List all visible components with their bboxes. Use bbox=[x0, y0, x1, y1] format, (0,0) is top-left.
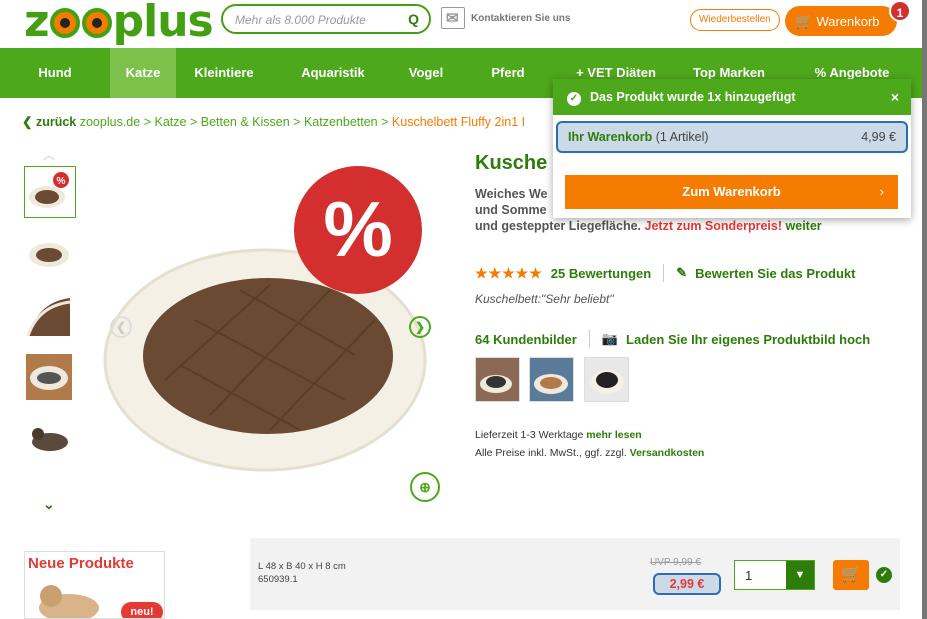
cat-in-bed-thumbnail-icon bbox=[26, 354, 72, 400]
thumbs-up-arrow-icon[interactable]: ︿ bbox=[43, 146, 55, 163]
reviews-link[interactable]: 25 Bewertungen bbox=[551, 266, 651, 281]
new-products-banner[interactable]: Neue Produkte neu! bbox=[24, 551, 165, 619]
popup-cart-items: (1 Artikel) bbox=[655, 130, 709, 144]
customer-images-link[interactable]: 64 Kundenbilder bbox=[475, 332, 577, 347]
breadcrumb-current: Kuschelbett Fluffy 2in1 I bbox=[391, 115, 526, 129]
bed-thumbnail-icon: % bbox=[29, 172, 69, 208]
zoom-icon[interactable]: ⊕ bbox=[410, 472, 440, 502]
variant-details: L 48 x B 40 x H 8 cm 650939.1 bbox=[258, 561, 346, 585]
goto-cart-button[interactable]: Zum Warenkorb › bbox=[565, 175, 898, 209]
search-icon[interactable]: Q bbox=[408, 11, 419, 27]
add-to-cart-button[interactable]: 🛒 bbox=[833, 560, 869, 590]
nav-item-vogel[interactable]: Vogel bbox=[394, 48, 458, 98]
pencil-icon: ✎ bbox=[676, 265, 688, 280]
cart-label: Warenkorb bbox=[816, 14, 880, 29]
shipping-link[interactable]: Versandkosten bbox=[630, 447, 705, 459]
chevron-down-icon[interactable]: ▼ bbox=[786, 561, 814, 589]
read-more-link[interactable]: weiter bbox=[786, 219, 822, 233]
chevron-right-icon: › bbox=[879, 184, 884, 199]
thumbnail-3[interactable] bbox=[24, 292, 76, 344]
bed-thumbnail-icon bbox=[29, 243, 69, 267]
customer-photo-icon bbox=[476, 358, 519, 401]
contact-link[interactable]: Kontaktieren Sie uns bbox=[441, 4, 570, 32]
cart-count-badge: 1 bbox=[889, 0, 911, 22]
new-badge: neu! bbox=[121, 602, 163, 618]
breadcrumb-item[interactable]: zooplus.de bbox=[80, 115, 140, 129]
scrollbar[interactable] bbox=[922, 0, 927, 619]
nav-item-kleintiere[interactable]: Kleintiere bbox=[176, 48, 272, 98]
search-box[interactable]: Q bbox=[221, 4, 431, 34]
breadcrumb-item[interactable]: Katze bbox=[154, 115, 186, 129]
back-link[interactable]: ❮ zurück bbox=[22, 115, 76, 129]
nav-item-aquaristik[interactable]: Aquaristik bbox=[272, 48, 394, 98]
nav-item-katze[interactable]: Katze bbox=[110, 48, 176, 98]
breadcrumb-item[interactable]: Betten & Kissen bbox=[201, 115, 290, 129]
breadcrumb: ❮ zurück zooplus.de > Katze > Betten & K… bbox=[22, 115, 526, 129]
zooplus-logo[interactable]: z plus bbox=[24, 0, 214, 44]
customer-image-1[interactable] bbox=[475, 357, 520, 402]
uvp-price: UVP 9,99 € bbox=[650, 557, 701, 568]
cat-bed-illustration: % bbox=[103, 166, 427, 472]
popup-cart-sum: 4,99 € bbox=[861, 130, 896, 144]
prev-image-icon[interactable]: ❮ bbox=[110, 316, 132, 338]
upload-image-link[interactable]: Laden Sie Ihr eigenes Produktbild hoch bbox=[626, 332, 870, 347]
contact-label: Kontaktieren Sie uns bbox=[471, 12, 571, 24]
reorder-button[interactable]: Wiederbestellen bbox=[690, 9, 780, 31]
quantity-value: 1 bbox=[745, 568, 753, 583]
thumbs-down-arrow-icon[interactable]: ⌄ bbox=[43, 496, 55, 513]
customer-image-2[interactable] bbox=[529, 357, 574, 402]
close-icon[interactable]: × bbox=[891, 79, 899, 115]
thumbnail-4[interactable] bbox=[24, 352, 76, 404]
cart-icon: 🛒 bbox=[795, 13, 813, 29]
bed-closeup-thumbnail-icon bbox=[26, 298, 71, 337]
new-products-title: Neue Produkte bbox=[28, 555, 134, 572]
camera-icon: 📷 bbox=[601, 331, 619, 346]
delivery-more-link[interactable]: mehr lesen bbox=[586, 429, 641, 441]
added-to-cart-popup: ✓ Das Produkt wurde 1x hinzugefügt × Ihr … bbox=[553, 79, 911, 218]
svg-text:%: % bbox=[57, 176, 66, 187]
cart-icon: 🛒 bbox=[841, 566, 861, 583]
popup-cart-summary[interactable]: Ihr Warenkorb (1 Artikel) 4,99 € bbox=[556, 121, 908, 153]
breadcrumb-item[interactable]: Katzenbetten bbox=[304, 115, 378, 129]
cart-button[interactable]: 🛒 Warenkorb bbox=[785, 6, 897, 36]
product-title: Kusche bbox=[475, 152, 548, 174]
check-icon: ✓ bbox=[876, 567, 892, 583]
popup-header: ✓ Das Produkt wurde 1x hinzugefügt × bbox=[553, 79, 911, 115]
kitten-image bbox=[39, 585, 99, 618]
nav-item-hund[interactable]: Hund bbox=[0, 48, 110, 98]
customer-photo-icon bbox=[585, 358, 628, 401]
check-icon: ✓ bbox=[567, 92, 581, 106]
sale-badge-text: % bbox=[323, 185, 392, 273]
thumbnail-1[interactable]: % bbox=[24, 166, 76, 218]
nav-item-pferd[interactable]: Pferd bbox=[458, 48, 558, 98]
rating-stars: ★★★★★ bbox=[475, 264, 543, 281]
customer-images-row: 64 Kundenbilder 📷 Laden Sie Ihr eigenes … bbox=[475, 330, 870, 348]
variant-row: L 48 x B 40 x H 8 cm 650939.1 UVP 9,99 €… bbox=[250, 538, 900, 610]
customer-photo-icon bbox=[530, 358, 573, 401]
popular-label: Kuschelbett:"Sehr beliebt" bbox=[475, 292, 614, 306]
rate-product-link[interactable]: Bewerten Sie das Produkt bbox=[695, 266, 855, 281]
quantity-select[interactable]: 1 ▼ bbox=[734, 560, 815, 590]
customer-image-3[interactable] bbox=[584, 357, 629, 402]
popup-cart-label: Ihr Warenkorb bbox=[568, 130, 653, 144]
popup-message: Das Produkt wurde 1x hinzugefügt bbox=[590, 90, 796, 104]
thumbnail-5[interactable] bbox=[24, 412, 76, 464]
delivery-info: Lieferzeit 1-3 Werktage mehr lesen Alle … bbox=[475, 429, 705, 459]
product-main-image[interactable]: % bbox=[100, 150, 450, 500]
search-input[interactable] bbox=[235, 10, 395, 30]
rating-row: ★★★★★ 25 Bewertungen ✎ Bewerten Sie das … bbox=[475, 264, 855, 282]
next-image-icon[interactable]: ❯ bbox=[409, 316, 431, 338]
mail-icon bbox=[441, 7, 465, 29]
thumbnail-2[interactable] bbox=[24, 230, 76, 282]
header: zplus Q Kontaktieren Sie uns Wiederbeste… bbox=[0, 0, 927, 48]
cat-thumbnail-icon bbox=[32, 428, 68, 451]
sale-price: 2,99 € bbox=[653, 573, 721, 595]
